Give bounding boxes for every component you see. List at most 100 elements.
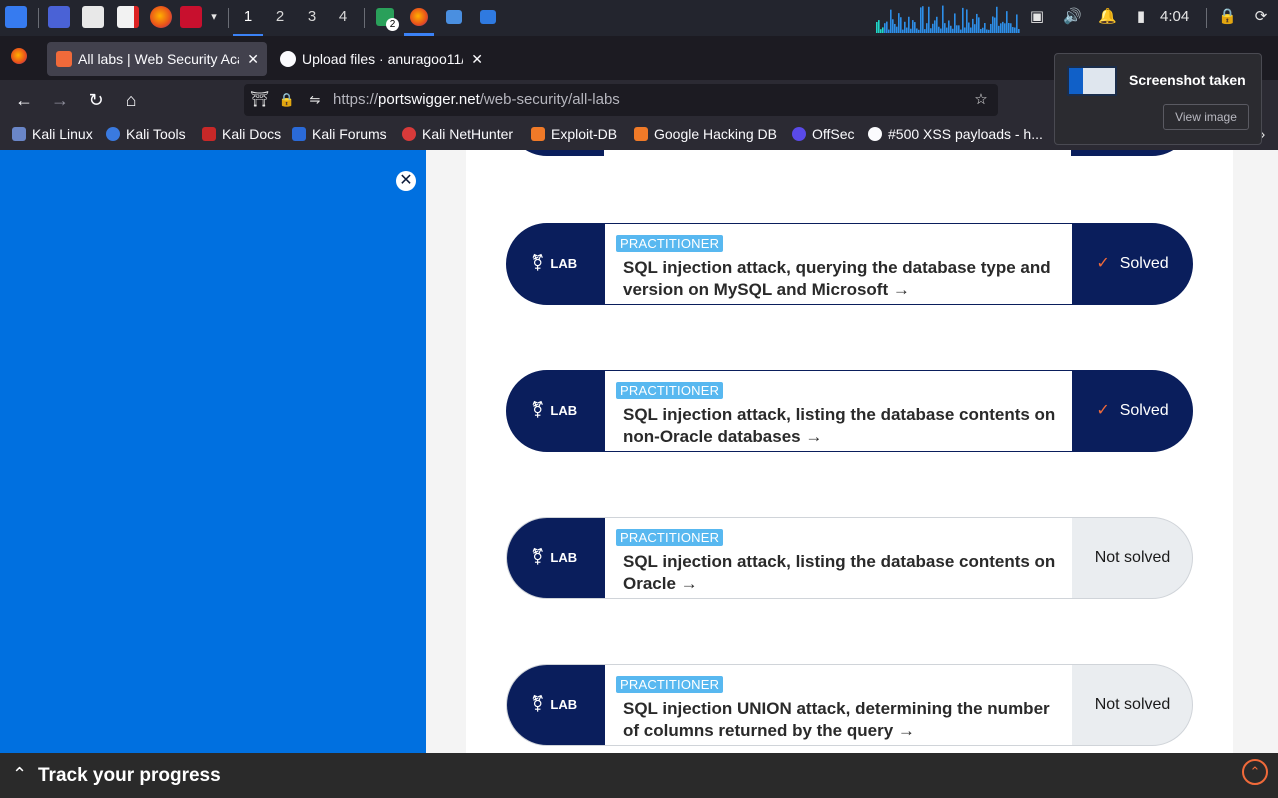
terminal-launcher-icon[interactable] [180,6,202,28]
status-solved: ✓ Solved [1072,224,1192,304]
workspace-3[interactable]: 3 [297,0,327,36]
lab-badge: ⚧ LAB [531,224,577,304]
bookmark-kali-docs[interactable]: Kali Docs [202,120,281,150]
reload-button[interactable]: ↻ [83,87,109,113]
cpu-graph-bar [992,16,994,33]
tracking-shield-icon[interactable]: ⛩ [250,91,269,109]
lab-title-link[interactable]: SQL injection attack, listing the databa… [623,404,1063,448]
view-image-button[interactable]: View image [1163,104,1249,130]
clock[interactable]: 4:04 [1160,0,1189,36]
tab-all-labs[interactable]: All labs | Web Security Acade ✕ [47,42,267,76]
lab-title-link[interactable]: SQL injection attack, listing the databa… [623,551,1063,595]
close-icon[interactable]: ✕ [471,42,483,76]
chevron-down-icon[interactable]: ▾ [205,8,223,26]
file-manager-icon[interactable] [82,6,104,28]
workspace-4[interactable]: 4 [328,0,358,36]
firefox-window-icon[interactable] [410,8,428,26]
cpu-graph-bar [950,25,952,33]
kali-dragon-icon [12,127,26,141]
bookmark-kali-nethunter[interactable]: Kali NetHunter [402,120,513,150]
lab-title-link[interactable]: SQL injection attack, querying the datab… [623,257,1063,301]
cpu-graph-bar [1000,23,1002,33]
workspace-2[interactable]: 2 [265,0,295,36]
volume-icon[interactable]: 🔊 [1063,8,1082,26]
bookmark-offsec[interactable]: OffSec [792,120,855,150]
arrow-right-icon: → [680,574,698,593]
forward-button[interactable]: → [47,87,73,113]
lab-body: PRACTITIONER SQL injection UNION attack,… [605,665,1072,745]
text-editor-icon[interactable] [117,6,139,28]
tab-upload-files[interactable]: Upload files · anuragoo11/ ✕ [271,42,491,76]
kali-forums-icon [292,127,306,141]
kali-docs-icon [202,127,216,141]
bookmark-label: Kali Docs [222,126,282,142]
flask-icon: ⚧ [531,549,545,566]
battery-icon[interactable]: ▮ [1132,8,1150,26]
scroll-to-top-icon[interactable]: ⌃ [1242,759,1268,785]
lock-screen-icon[interactable]: 🔒 [1218,8,1237,26]
bookmark-star-icon[interactable]: ☆ [972,91,990,109]
permissions-icon[interactable]: ⇋ [306,91,324,109]
flask-icon: ⚧ [531,402,545,419]
cpu-graph-bar [926,23,928,33]
bookmark-exploit-db[interactable]: Exploit-DB [531,120,617,150]
lab-badge-label: LAB [550,256,578,271]
firefox-launcher-icon[interactable] [150,6,172,28]
kali-menu-icon[interactable] [5,6,27,28]
back-button[interactable]: ← [11,87,37,113]
cpu-graph-bar [960,29,962,33]
cpu-graph-bar [958,25,960,33]
url-bar[interactable]: ⛩ 🔒 ⇋ https://portswigger.net/web-securi… [244,84,998,116]
network-icon[interactable]: ▣ [1028,8,1046,26]
lab-title-link[interactable]: SQL injection UNION attack, determining … [623,698,1063,742]
bookmark-kali-linux[interactable]: Kali Linux [12,120,93,150]
close-icon[interactable]: ✕ [247,42,259,76]
lab-card[interactable]: ⚧ LAB PRACTITIONER SQL injection attack, … [506,370,1193,452]
level-badge: PRACTITIONER [616,529,724,546]
screenshot-thumbnail[interactable] [1067,66,1117,96]
close-icon[interactable]: ✕ [396,171,416,191]
cpu-monitor-graph [876,5,1020,33]
lock-icon[interactable]: 🔒 [278,91,296,109]
track-progress-bar[interactable]: ⌃ Track your progress ⌃ [0,753,1278,798]
workspace-1[interactable]: 1 [233,0,263,36]
lab-card[interactable]: ⚧ LAB PRACTITIONER SQL injection UNION at… [506,664,1193,746]
window-app-icon[interactable] [446,10,462,24]
bookmark-kali-forums[interactable]: Kali Forums [292,120,387,150]
track-progress-label[interactable]: Track your progress [38,753,221,798]
bookmark-label: Kali Tools [126,126,186,142]
bell-icon[interactable]: 🔔 [1098,8,1117,26]
show-desktop-icon[interactable] [48,6,70,28]
cpu-graph-bar [900,17,902,33]
cpu-graph-bar [914,22,916,33]
cpu-graph-bar [918,29,920,33]
chevron-up-icon[interactable]: ⌃ [12,764,27,785]
taskbar-separator [38,8,39,28]
lab-card[interactable]: ⚧ LAB PRACTITIONER SQL injection attack, … [506,517,1193,599]
bookmark-google-hacking-db[interactable]: Google Hacking DB [634,120,777,150]
cpu-graph-bar [928,6,930,33]
cpu-graph-bar [938,26,940,33]
cpu-graph-bar [1012,27,1014,33]
url-text[interactable]: https://portswigger.net/web-security/all… [333,84,620,116]
offsec-icon [792,127,806,141]
taskbar-separator [228,8,229,28]
lab-card[interactable]: ⚧ LAB PRACTITIONER SQL injection attack, … [506,223,1193,305]
bookmark-xss-payloads[interactable]: #500 XSS payloads - h... [868,120,1043,150]
flask-icon: ⚧ [531,255,545,272]
level-badge: PRACTITIONER [616,382,724,399]
arrow-right-icon: → [897,721,915,740]
firefox-view-icon[interactable] [10,48,28,66]
cpu-graph-bar [988,29,990,33]
status-label: Not solved [1094,549,1171,566]
bookmark-kali-tools[interactable]: Kali Tools [106,120,186,150]
power-icon[interactable]: ⟳ [1252,8,1270,26]
window-app-icon[interactable] [480,10,496,24]
cpu-graph-bar [968,22,970,33]
home-button[interactable]: ⌂ [118,87,144,113]
cpu-graph-bar [922,6,924,33]
cpu-graph-bar [906,27,908,33]
taskbar-separator [364,8,365,28]
cpu-graph-bar [878,20,880,33]
status-label: Not solved [1094,696,1171,713]
